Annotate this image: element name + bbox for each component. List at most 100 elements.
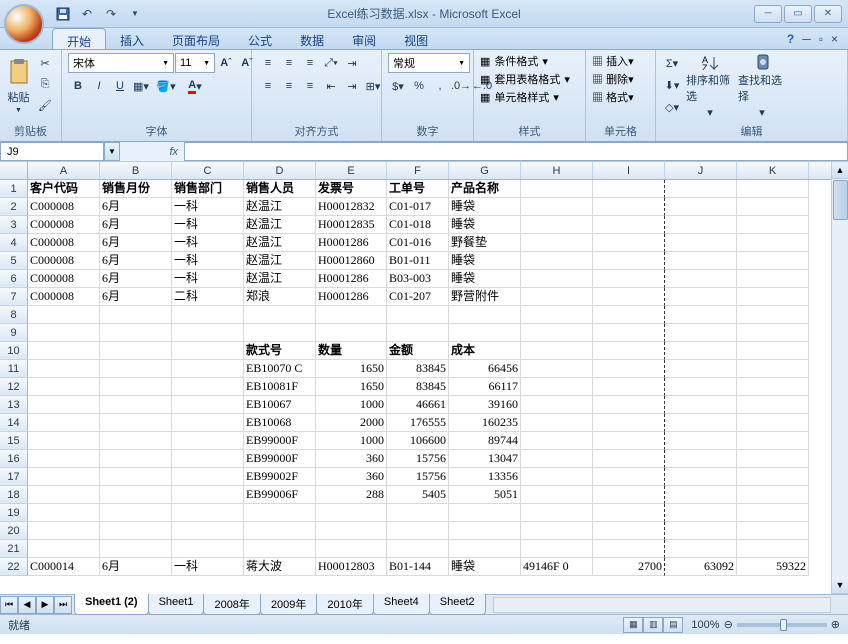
sheet-tab[interactable]: 2009年	[260, 594, 317, 615]
wrap-text-button[interactable]: ⇥	[342, 53, 362, 73]
cell[interactable]	[316, 324, 387, 342]
cell[interactable]	[593, 234, 665, 252]
paste-button[interactable]: 粘贴 ▼	[6, 53, 31, 119]
cell[interactable]	[593, 486, 665, 504]
cell[interactable]	[593, 522, 665, 540]
font-family-combo[interactable]: 宋体▼	[68, 53, 174, 73]
cell[interactable]: EB10081F	[244, 378, 316, 396]
row-header[interactable]: 2	[0, 198, 28, 216]
sort-filter-button[interactable]: AZ 排序和筛选▾	[686, 53, 734, 119]
view-normal-button[interactable]: ▦	[623, 617, 643, 633]
cell[interactable]	[665, 198, 737, 216]
cell[interactable]: 野营附件	[449, 288, 521, 306]
cell[interactable]: 客户代码	[28, 180, 100, 198]
cell[interactable]: 2700	[593, 558, 665, 576]
sheet-tab[interactable]: Sheet4	[373, 594, 430, 615]
cell[interactable]	[172, 360, 244, 378]
merge-button[interactable]: ⊞▾	[363, 76, 383, 96]
name-box-dropdown[interactable]: ▼	[104, 142, 120, 161]
cell[interactable]	[665, 342, 737, 360]
cell[interactable]: C000008	[28, 198, 100, 216]
cell[interactable]	[521, 234, 593, 252]
vertical-scrollbar[interactable]: ▲ ▼	[831, 162, 848, 594]
cell[interactable]: 1000	[316, 432, 387, 450]
tab-home[interactable]: 开始	[52, 28, 106, 49]
cell[interactable]	[172, 396, 244, 414]
cell[interactable]	[100, 342, 172, 360]
cell[interactable]	[521, 342, 593, 360]
cell[interactable]: 106600	[387, 432, 449, 450]
increase-indent-button[interactable]: ⇥	[342, 76, 362, 96]
column-header-C[interactable]: C	[172, 162, 244, 179]
cell[interactable]: EB10067	[244, 396, 316, 414]
cell[interactable]	[100, 324, 172, 342]
row-header[interactable]: 10	[0, 342, 28, 360]
cell[interactable]	[521, 306, 593, 324]
cut-button[interactable]: ✂	[35, 53, 55, 73]
cell[interactable]: 360	[316, 450, 387, 468]
sheet-tab[interactable]: Sheet1	[148, 594, 205, 615]
number-format-combo[interactable]: 常规▼	[388, 53, 470, 73]
cell[interactable]	[665, 216, 737, 234]
cell[interactable]	[244, 504, 316, 522]
cell[interactable]	[737, 252, 809, 270]
cell[interactable]	[521, 396, 593, 414]
cell[interactable]: 睡袋	[449, 252, 521, 270]
tab-review[interactable]: 审阅	[338, 28, 390, 49]
cell[interactable]	[737, 450, 809, 468]
align-middle-button[interactable]: ≡	[279, 53, 299, 73]
cell[interactable]: 66117	[449, 378, 521, 396]
cell[interactable]	[28, 522, 100, 540]
cell[interactable]: 15756	[387, 450, 449, 468]
autosum-button[interactable]: Σ▾	[662, 53, 682, 73]
cell[interactable]	[737, 360, 809, 378]
column-header-A[interactable]: A	[28, 162, 100, 179]
column-header-E[interactable]: E	[316, 162, 387, 179]
cell[interactable]: 6月	[100, 252, 172, 270]
select-all-button[interactable]	[0, 162, 28, 179]
clear-button[interactable]: ◇▾	[662, 97, 682, 117]
cell[interactable]	[593, 198, 665, 216]
cell[interactable]: 工单号	[387, 180, 449, 198]
cell[interactable]	[172, 342, 244, 360]
decrease-indent-button[interactable]: ⇤	[321, 76, 341, 96]
cell[interactable]: 赵温江	[244, 270, 316, 288]
tab-data[interactable]: 数据	[286, 28, 338, 49]
close-doc-icon[interactable]: ×	[831, 32, 838, 46]
cell[interactable]: 49146F 0	[521, 558, 593, 576]
row-header[interactable]: 21	[0, 540, 28, 558]
cell[interactable]	[593, 432, 665, 450]
cell[interactable]: 5051	[449, 486, 521, 504]
row-header[interactable]: 1	[0, 180, 28, 198]
cell[interactable]	[593, 216, 665, 234]
cell[interactable]: 5405	[387, 486, 449, 504]
cell[interactable]: 39160	[449, 396, 521, 414]
cell[interactable]	[100, 450, 172, 468]
cell[interactable]	[737, 378, 809, 396]
cell[interactable]: B03-003	[387, 270, 449, 288]
cell[interactable]	[737, 486, 809, 504]
cell[interactable]: 6月	[100, 288, 172, 306]
cell[interactable]	[100, 432, 172, 450]
find-select-button[interactable]: 查找和选择▾	[738, 53, 786, 119]
column-header-B[interactable]: B	[100, 162, 172, 179]
copy-button[interactable]: ⎘	[35, 74, 55, 94]
sheet-nav-first[interactable]: ⏮	[0, 596, 18, 614]
row-header[interactable]: 17	[0, 468, 28, 486]
cell[interactable]	[316, 504, 387, 522]
row-header[interactable]: 5	[0, 252, 28, 270]
row-header[interactable]: 16	[0, 450, 28, 468]
cell[interactable]: 15756	[387, 468, 449, 486]
cell[interactable]: 发票号	[316, 180, 387, 198]
cell[interactable]: 6月	[100, 198, 172, 216]
cell[interactable]: EB10070 C	[244, 360, 316, 378]
sheet-tab[interactable]: Sheet1 (2)	[74, 594, 149, 615]
cell[interactable]	[665, 522, 737, 540]
undo-icon[interactable]: ↶	[76, 3, 98, 25]
cell[interactable]	[737, 522, 809, 540]
cell[interactable]	[244, 540, 316, 558]
cell[interactable]: H00012832	[316, 198, 387, 216]
column-header-G[interactable]: G	[449, 162, 521, 179]
maximize-button[interactable]: ▭	[784, 5, 812, 23]
cell[interactable]: 产品名称	[449, 180, 521, 198]
